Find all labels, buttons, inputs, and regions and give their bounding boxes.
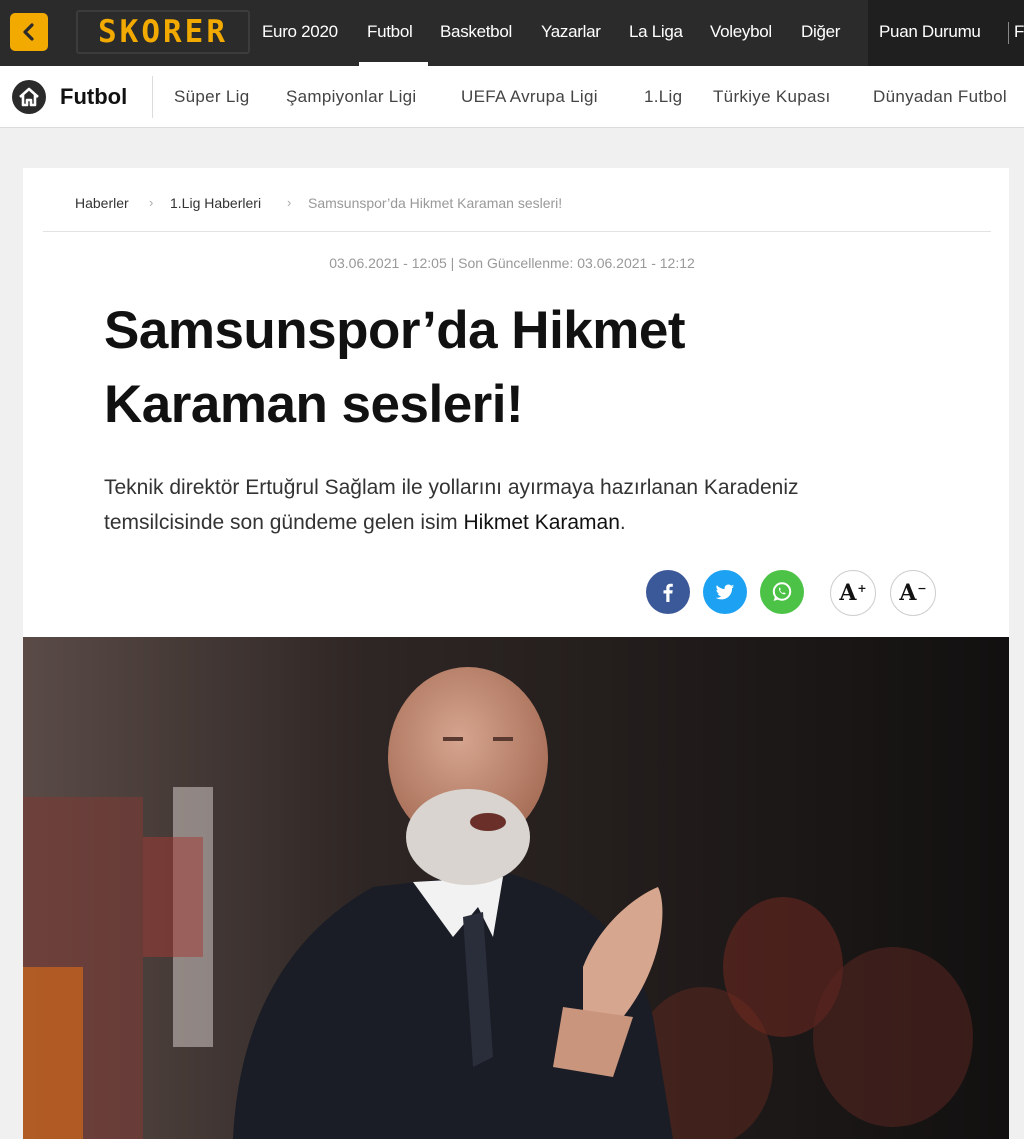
subnav-item-super-lig[interactable]: Süper Lig [174, 87, 249, 107]
subnav-item-1-lig[interactable]: 1.Lig [644, 87, 682, 107]
back-button[interactable] [10, 13, 48, 51]
article-title: Samsunspor’da Hikmet Karaman sesleri! [104, 301, 686, 434]
nav-item-basketbol[interactable]: Basketbol [440, 22, 512, 42]
article-lead: Teknik direktör Ertuğrul Sağlam ile yoll… [104, 470, 924, 540]
logo-text: SKORER [98, 14, 228, 50]
subnav-item-sampiyonlar-ligi[interactable]: Şampiyonlar Ligi [286, 87, 416, 107]
font-increase-button[interactable]: A + [830, 570, 876, 616]
whatsapp-share-button[interactable] [760, 570, 804, 614]
nav-item-yazarlar[interactable]: Yazarlar [541, 22, 601, 42]
subnav-item-dunyadan-futbol[interactable]: Dünyadan Futbol [873, 87, 1007, 107]
chevron-left-icon [23, 23, 34, 41]
minus-icon: − [917, 581, 927, 595]
breadcrumb-separator-icon: › [149, 195, 154, 210]
font-decrease-button[interactable]: A − [890, 570, 936, 616]
top-navigation-bar: SKORER Euro 2020 Futbol Basketbol Yazarl… [0, 0, 1024, 66]
publish-date: 03.06.2021 - 12:05 | Son Güncellenme: 03… [329, 255, 695, 271]
breadcrumb-divider [43, 231, 991, 232]
home-icon [19, 87, 39, 107]
nav-item-futbol[interactable]: Futbol [367, 22, 413, 42]
plus-icon: + [857, 581, 867, 595]
site-logo[interactable]: SKORER [76, 10, 250, 54]
breadcrumb-haberler[interactable]: Haberler [75, 195, 129, 211]
font-increase-label: A [839, 580, 857, 606]
facebook-icon [663, 583, 673, 602]
breadcrumb-1-lig-haberleri[interactable]: 1.Lig Haberleri [170, 195, 261, 211]
breadcrumb-separator-icon: › [287, 195, 292, 210]
home-button[interactable] [12, 80, 46, 114]
nav-item-voleybol[interactable]: Voleybol [710, 22, 772, 42]
article-image [23, 637, 1009, 1139]
facebook-share-button[interactable] [646, 570, 690, 614]
nav-item-euro-2020[interactable]: Euro 2020 [262, 22, 338, 42]
sub-divider [152, 76, 153, 118]
section-title: Futbol [60, 84, 128, 109]
nav-item-truncated[interactable]: F [1014, 22, 1024, 42]
nav-item-puan-durumu[interactable]: Puan Durumu [879, 22, 981, 42]
nav-right-section: Puan Durumu F [868, 0, 1024, 66]
lead-text: Teknik direktör Ertuğrul Sağlam ile yoll… [104, 476, 799, 534]
subnav-item-turkiye-kupasi[interactable]: Türkiye Kupası [713, 87, 831, 107]
font-decrease-label: A [899, 580, 917, 606]
lead-end: . [619, 511, 626, 534]
whatsapp-icon [772, 582, 792, 601]
lead-name-link[interactable]: Hikmet Karaman [464, 511, 620, 534]
nav-item-diger[interactable]: Diğer [801, 22, 840, 42]
subnav-item-uefa-avrupa-ligi[interactable]: UEFA Avrupa Ligi [461, 87, 598, 107]
twitter-icon [715, 584, 735, 600]
coach-photo [23, 637, 1009, 1139]
breadcrumb-current: Samsunspor’da Hikmet Karaman sesleri! [308, 195, 563, 211]
nav-item-la-liga[interactable]: La Liga [629, 22, 683, 42]
twitter-share-button[interactable] [703, 570, 747, 614]
nav-divider [1008, 22, 1009, 44]
